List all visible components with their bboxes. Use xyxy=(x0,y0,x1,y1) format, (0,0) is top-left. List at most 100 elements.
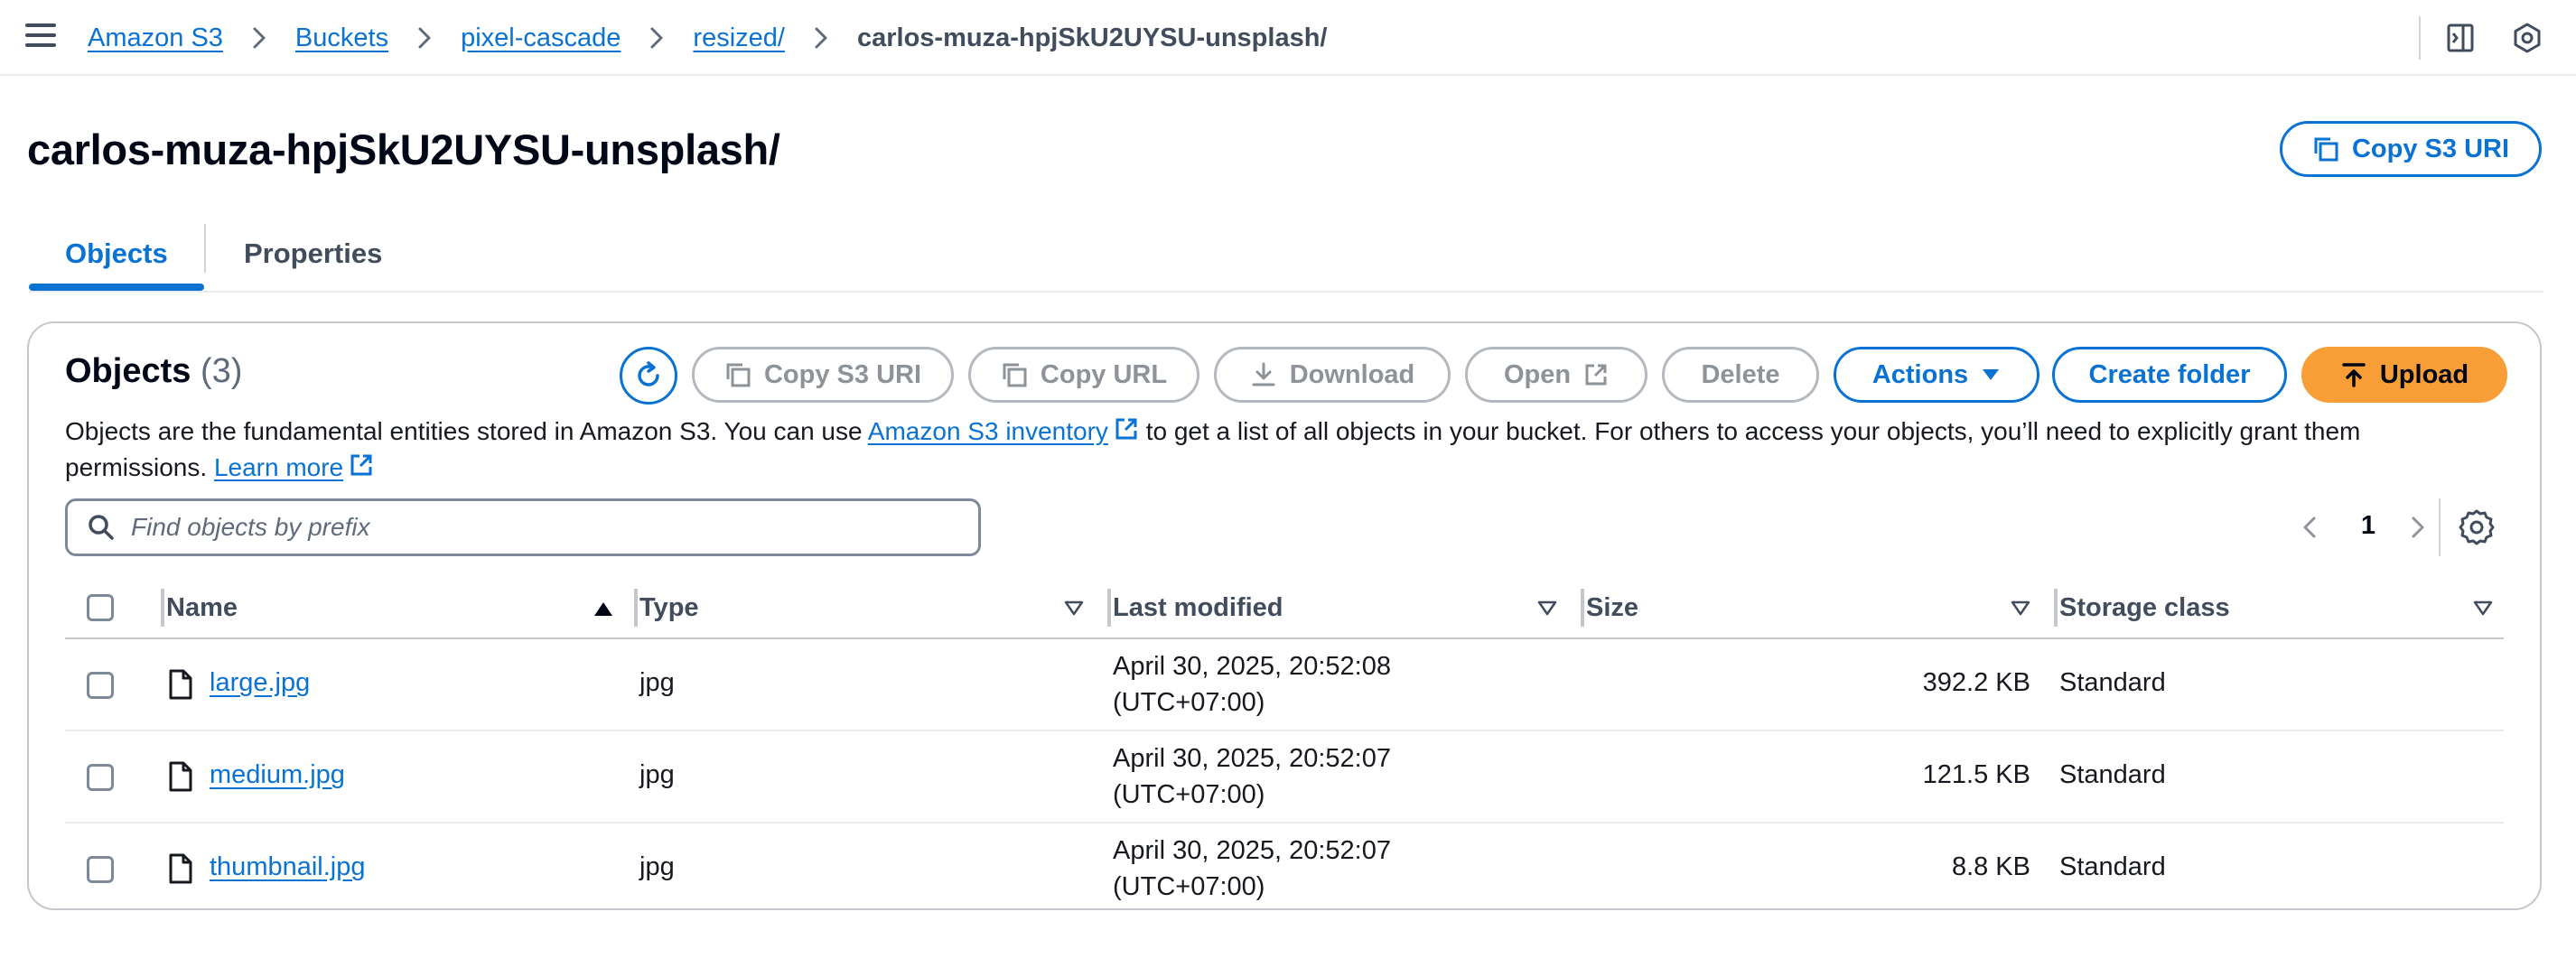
breadcrumb-folder[interactable]: resized/ xyxy=(693,23,785,53)
table-header: Name Type Last modified Size Storage cla… xyxy=(65,578,2504,639)
copy-icon xyxy=(1003,363,1027,387)
column-header-size[interactable]: Size xyxy=(1586,578,1638,637)
object-last-modified: April 30, 2025, 20:52:08 (UTC+07:00) xyxy=(1113,648,1391,721)
download-button[interactable]: Download xyxy=(1214,347,1451,403)
chevron-right-icon[interactable] xyxy=(2401,511,2433,544)
modified-timezone: (UTC+07:00) xyxy=(1113,872,1265,901)
header-copy-s3-uri-button[interactable]: Copy S3 URI xyxy=(2280,121,2542,177)
download-label: Download xyxy=(1289,359,1415,389)
column-divider xyxy=(161,589,164,627)
column-divider xyxy=(634,589,638,627)
search-box xyxy=(65,498,981,556)
upload-button[interactable]: Upload xyxy=(2301,347,2507,403)
learn-more-link[interactable]: Learn more xyxy=(214,453,374,481)
page-number[interactable]: 1 xyxy=(2350,511,2386,541)
table-row[interactable]: large.jpg jpg April 30, 2025, 20:52:08 (U… xyxy=(65,639,2504,731)
chevron-right-icon xyxy=(635,20,678,56)
row-checkbox[interactable] xyxy=(87,672,114,699)
objects-heading: Objects (3) xyxy=(65,352,242,391)
create-folder-button[interactable]: Create folder xyxy=(2052,347,2287,403)
row-checkbox[interactable] xyxy=(87,856,114,883)
open-button[interactable]: Open xyxy=(1465,347,1647,403)
pager-divider xyxy=(2439,498,2441,556)
object-storage-class: Standard xyxy=(2059,760,2166,789)
tab-properties[interactable]: Properties xyxy=(244,217,382,291)
select-all-checkbox[interactable] xyxy=(87,594,114,621)
modified-date: April 30, 2025, 20:52:07 xyxy=(1113,836,1391,865)
column-divider xyxy=(2054,589,2058,627)
tab-list: Objects Properties xyxy=(29,217,2543,293)
download-icon xyxy=(1252,362,1275,386)
row-checkbox[interactable] xyxy=(87,764,114,791)
refresh-icon xyxy=(638,361,659,386)
page-title: carlos-muza-hpjSkU2UYSU-unsplash/ xyxy=(27,126,780,173)
objects-description: Objects are the fundamental entities sto… xyxy=(65,414,2486,486)
objects-count: (3) xyxy=(200,352,243,390)
column-header-name[interactable]: Name xyxy=(166,578,238,637)
panel-icon[interactable] xyxy=(2444,22,2477,54)
chevron-right-icon xyxy=(799,20,843,56)
inventory-link[interactable]: Amazon S3 inventory xyxy=(868,417,1139,445)
copy-s3-uri-label: Copy S3 URI xyxy=(763,359,922,389)
menu-icon[interactable] xyxy=(25,23,56,51)
actions-dropdown-button[interactable]: Actions xyxy=(1834,347,2039,403)
objects-heading-label: Objects xyxy=(65,352,191,390)
description-text-1: Objects are the fundamental entities sto… xyxy=(65,417,868,445)
delete-label: Delete xyxy=(1701,359,1780,389)
file-icon xyxy=(169,761,192,792)
sort-descending-icon[interactable] xyxy=(2011,600,2030,616)
settings-hex-icon[interactable] xyxy=(2511,22,2543,54)
search-icon xyxy=(89,515,114,540)
upload-label: Upload xyxy=(2379,359,2469,389)
table-row[interactable]: medium.jpg jpg April 30, 2025, 20:52:07 (… xyxy=(65,731,2504,823)
breadcrumb-amazon-s3[interactable]: Amazon S3 xyxy=(88,23,223,53)
object-type: jpg xyxy=(639,668,675,697)
breadcrumb-buckets[interactable]: Buckets xyxy=(295,23,388,53)
object-name-link[interactable]: thumbnail.jpg xyxy=(210,852,366,882)
object-type: jpg xyxy=(639,760,675,789)
modified-date: April 30, 2025, 20:52:07 xyxy=(1113,744,1391,773)
column-header-storage-class[interactable]: Storage class xyxy=(2059,578,2230,637)
object-type: jpg xyxy=(639,852,675,881)
chevron-right-icon xyxy=(238,20,281,56)
search-input[interactable] xyxy=(131,513,944,542)
modified-date: April 30, 2025, 20:52:08 xyxy=(1113,652,1391,681)
top-navigation-bar: Amazon S3 Buckets pixel-cascade resized/… xyxy=(0,0,2576,76)
column-divider xyxy=(1581,589,1584,627)
gear-icon[interactable] xyxy=(2459,509,2495,545)
create-folder-label: Create folder xyxy=(2088,359,2251,389)
table-row[interactable]: thumbnail.jpg jpg April 30, 2025, 20:52:… xyxy=(65,823,2504,916)
object-size: 8.8 KB xyxy=(1951,852,2030,881)
column-header-last-modified[interactable]: Last modified xyxy=(1113,578,1283,637)
delete-button[interactable]: Delete xyxy=(1662,347,1819,403)
object-last-modified: April 30, 2025, 20:52:07 (UTC+07:00) xyxy=(1113,740,1391,813)
copy-icon xyxy=(726,363,751,387)
sort-descending-icon[interactable] xyxy=(2473,600,2493,616)
copy-url-label: Copy URL xyxy=(1040,359,1168,389)
refresh-button[interactable] xyxy=(620,347,677,405)
external-link-icon xyxy=(350,454,372,476)
active-tab-indicator xyxy=(29,284,204,291)
external-link-icon xyxy=(1585,364,1607,386)
objects-panel: Objects (3) Copy S3 URI Copy URL Downloa… xyxy=(27,321,2542,910)
object-size: 121.5 KB xyxy=(1922,760,2030,789)
object-name-link[interactable]: medium.jpg xyxy=(210,760,345,790)
sort-ascending-icon[interactable] xyxy=(593,600,614,618)
copy-url-button[interactable]: Copy URL xyxy=(968,347,1199,403)
sort-descending-icon[interactable] xyxy=(1537,600,1557,616)
copy-icon xyxy=(2314,137,2338,162)
tab-divider xyxy=(204,224,206,273)
object-name-link[interactable]: large.jpg xyxy=(210,668,310,698)
actions-label: Actions xyxy=(1871,359,1969,389)
sort-descending-icon[interactable] xyxy=(1064,600,1084,616)
breadcrumb-bucket[interactable]: pixel-cascade xyxy=(461,23,621,53)
tab-objects[interactable]: Objects xyxy=(65,217,168,291)
object-storage-class: Standard xyxy=(2059,852,2166,881)
breadcrumb: Amazon S3 Buckets pixel-cascade resized/… xyxy=(88,20,1327,56)
learn-more-label: Learn more xyxy=(213,453,344,481)
open-label: Open xyxy=(1503,359,1572,389)
file-icon xyxy=(169,669,192,700)
chevron-left-icon[interactable] xyxy=(2294,511,2327,544)
copy-s3-uri-button[interactable]: Copy S3 URI xyxy=(692,347,954,403)
column-header-type[interactable]: Type xyxy=(639,578,699,637)
